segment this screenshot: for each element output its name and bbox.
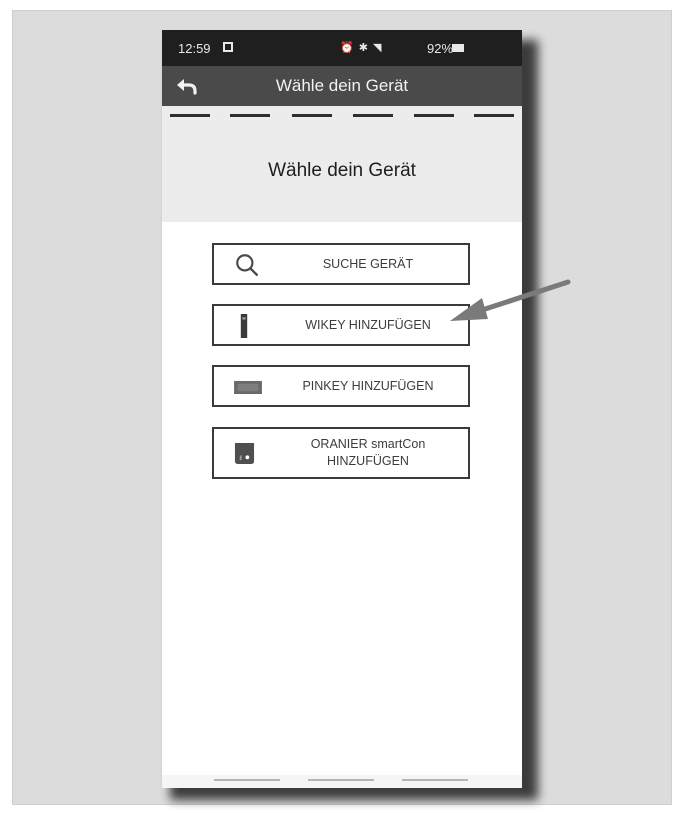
phone-screen: 12:59 ⏰ ✱ ◥ 92% Wähle dein Gerät Wähle d… — [162, 30, 522, 788]
add-pinkey-button[interactable]: PINKEY HINZUFÜGEN — [212, 365, 470, 407]
battery-icon — [452, 44, 464, 52]
app-bar: Wähle dein Gerät — [162, 66, 522, 106]
notification-icon — [223, 42, 233, 52]
nav-home-indicator[interactable] — [308, 779, 374, 781]
status-time: 12:59 — [178, 41, 211, 56]
status-icons: ⏰ ✱ ◥ — [340, 42, 383, 54]
app-bar-title: Wähle dein Gerät — [275, 76, 409, 95]
step-indicator — [414, 114, 454, 117]
button-label: PINKEY HINZUFÜGEN — [302, 378, 434, 393]
add-wikey-button[interactable]: WIKEY HINZUFÜGEN — [212, 304, 470, 346]
button-label: SUCHE GERÄT — [322, 256, 414, 271]
annotation-arrow-icon — [450, 279, 571, 321]
battery-percent: 92% — [427, 41, 454, 56]
search-icon — [236, 254, 258, 276]
button-label: WIKEY HINZUFÜGEN — [305, 317, 431, 332]
step-indicator — [292, 114, 332, 117]
page-title: Wähle dein Gerät — [268, 160, 416, 181]
step-indicator — [474, 114, 514, 117]
smartcon-device-icon — [234, 443, 255, 464]
nav-back-indicator[interactable] — [402, 779, 468, 781]
system-nav-bar — [162, 775, 522, 788]
step-indicator — [353, 114, 393, 117]
nav-recent-indicator[interactable] — [214, 779, 280, 781]
search-device-button[interactable]: SUCHE GERÄT — [212, 243, 470, 285]
add-smartcon-button[interactable]: ORANIER smartCon HINZUFÜGEN — [212, 427, 470, 479]
wikey-device-icon — [240, 314, 248, 338]
step-indicator — [230, 114, 270, 117]
button-label: ORANIER smartCon HINZUFÜGEN — [310, 437, 426, 468]
status-bar: 12:59 ⏰ ✱ ◥ 92% — [162, 30, 522, 66]
step-header: Wähle dein Gerät — [162, 106, 522, 222]
pinkey-device-icon — [234, 381, 262, 394]
step-indicator — [170, 114, 210, 117]
